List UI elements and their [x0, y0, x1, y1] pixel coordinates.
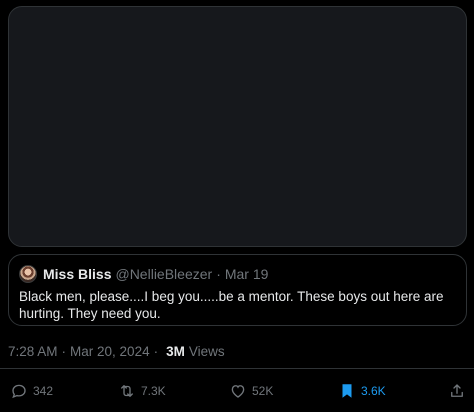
avatar[interactable] — [19, 265, 37, 283]
share-button[interactable] — [448, 380, 471, 402]
share-icon — [451, 384, 463, 397]
reply-icon — [12, 384, 26, 399]
like-button[interactable]: 52K — [229, 380, 273, 402]
quoted-tweet-text: Black men, please....I beg you.....be a … — [19, 289, 444, 321]
tweet-media[interactable] — [8, 6, 467, 247]
tweet-date[interactable]: Mar 20, 2024 — [70, 344, 150, 359]
tweet-meta: 7:28 AM · Mar 20, 2024 · 3M Views — [8, 342, 225, 360]
heart-icon — [231, 385, 245, 398]
retweet-icon — [121, 385, 133, 397]
quoted-author-handle[interactable]: @NellieBleezer — [115, 266, 212, 282]
divider — [0, 368, 474, 369]
quoted-date[interactable]: Mar 19 — [225, 266, 269, 282]
reply-count: 342 — [33, 384, 54, 398]
views-label: Views — [188, 343, 225, 359]
separator-dot: · — [216, 266, 221, 282]
reply-button[interactable]: 342 — [10, 380, 53, 402]
retweet-button[interactable]: 7.3K — [118, 380, 166, 402]
bookmark-button[interactable]: 3.6K — [338, 380, 386, 402]
bookmark-icon — [342, 384, 352, 398]
retweet-count: 7.3K — [141, 384, 166, 398]
like-count: 52K — [252, 384, 274, 398]
quoted-author-name[interactable]: Miss Bliss — [43, 266, 111, 282]
tweet-time[interactable]: 7:28 AM — [8, 344, 58, 359]
quoted-tweet-header: Miss Bliss @NellieBleezer · Mar 19 — [19, 264, 272, 284]
bookmark-count: 3.6K — [361, 384, 386, 398]
separator-dot: · — [61, 343, 67, 359]
separator-dot: · — [153, 343, 159, 359]
quoted-tweet[interactable]: Miss Bliss @NellieBleezer · Mar 19 Black… — [8, 254, 467, 326]
views-count[interactable]: 3M — [166, 344, 185, 359]
action-bar: 342 7.3K 52K 3.6K — [0, 380, 474, 402]
